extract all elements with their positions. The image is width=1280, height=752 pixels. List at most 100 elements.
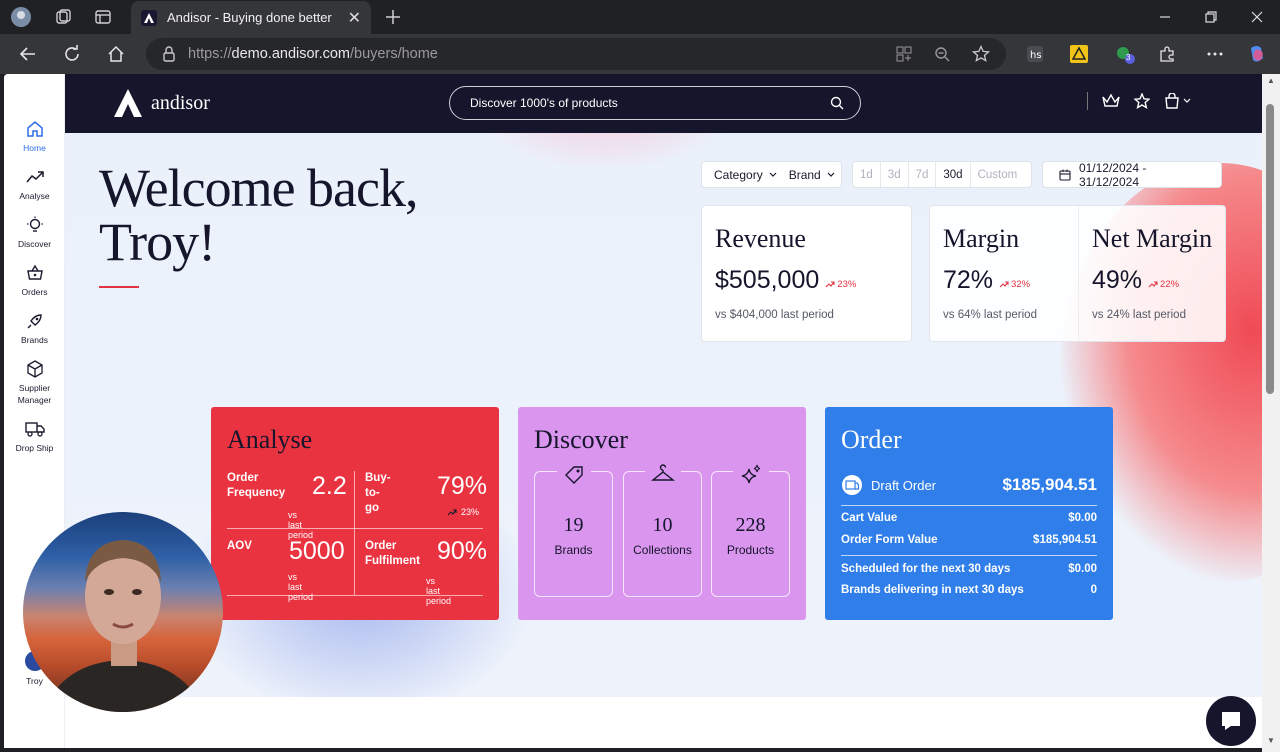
sparkle-icon — [732, 464, 769, 491]
range-3d[interactable]: 3d — [881, 162, 909, 187]
revenue-value: $505,000 — [715, 266, 820, 294]
sidebar-item-supplier-manager[interactable]: Supplier Manager — [4, 360, 65, 406]
draft-order-value: $185,904.51 — [1002, 475, 1097, 494]
chevron-down-icon — [827, 172, 835, 177]
more-menu-icon[interactable] — [1204, 43, 1226, 65]
truck-icon — [24, 420, 45, 438]
favorite-star-icon[interactable] — [971, 44, 991, 68]
dashboard-area: Welcome back, Troy! Category Brand 1d 3d… — [65, 133, 1262, 697]
extension-badge-count: 3 — [1126, 53, 1131, 62]
sidebar-item-discover[interactable]: Discover — [4, 216, 65, 250]
back-icon[interactable] — [17, 43, 39, 65]
range-30d[interactable]: 30d — [936, 162, 971, 187]
order-title: Order — [841, 425, 902, 454]
brand-dropdown[interactable]: Brand — [789, 168, 847, 182]
sidebar-item-orders[interactable]: Orders — [4, 264, 65, 298]
scroll-up-icon[interactable]: ▲ — [1267, 76, 1275, 85]
search-input[interactable]: Discover 1000's of products — [470, 96, 618, 110]
close-tab-icon[interactable]: ✕ — [348, 8, 361, 28]
trend-up-icon — [447, 509, 457, 516]
tag-icon — [556, 464, 591, 491]
divider — [227, 528, 483, 529]
extension-warning-icon[interactable] — [1068, 43, 1090, 65]
reload-icon[interactable] — [61, 43, 83, 65]
greeting-line-1: Welcome back, — [99, 158, 418, 218]
brands-delivering-row: Brands delivering in next 30 days 0 — [841, 584, 1097, 596]
app-available-icon[interactable] — [896, 46, 912, 67]
margin-card[interactable]: Margin 72% 32% vs 64% last period — [930, 206, 1078, 341]
sidebar-item-home[interactable]: Home — [4, 120, 65, 154]
order-card[interactable]: Order Draft Order $185,904.51 Cart Value… — [825, 407, 1113, 620]
divider — [1087, 92, 1088, 110]
presenter-image — [43, 540, 205, 712]
calendar-icon — [1059, 169, 1071, 181]
discover-products[interactable]: 228 Products — [711, 464, 790, 597]
cart-value-row: Cart Value $0.00 — [841, 512, 1097, 524]
box-icon — [26, 360, 44, 378]
extensions-puzzle-icon[interactable] — [1156, 43, 1178, 65]
copilot-icon[interactable] — [1246, 43, 1268, 65]
shopping-bag-icon[interactable] — [1164, 93, 1191, 109]
top-nav: andisor Discover 1000's of products — [65, 74, 1262, 133]
home-browser-icon[interactable] — [105, 43, 127, 65]
url-bar[interactable]: https://demo.andisor.com/buyers/home — [146, 38, 1006, 70]
minimize-icon[interactable] — [1154, 6, 1176, 28]
revenue-card[interactable]: Revenue $505,000 23% vs $404,000 last per… — [701, 205, 912, 342]
restore-icon[interactable] — [1200, 6, 1222, 28]
extension-hs-icon[interactable]: hs — [1024, 43, 1046, 65]
range-custom[interactable]: Custom — [971, 162, 1025, 187]
divider — [354, 471, 355, 595]
chevron-down-icon — [1183, 98, 1191, 103]
category-dropdown[interactable]: Category — [702, 168, 789, 182]
search-icon[interactable] — [830, 96, 844, 110]
new-tab-icon[interactable] — [382, 6, 404, 28]
net-margin-card[interactable]: Net Margin 49% 22% vs 24% last period — [1078, 206, 1226, 341]
date-picker[interactable]: 01/12/2024 - 31/12/2024 — [1042, 161, 1222, 189]
chat-bubble-icon — [1222, 712, 1240, 730]
trend-up-icon — [1148, 281, 1158, 288]
range-7d[interactable]: 7d — [909, 162, 937, 187]
analyse-title: Analyse — [227, 425, 313, 454]
draft-order-row[interactable]: Draft Order $185,904.51 — [841, 474, 1097, 496]
discover-collections[interactable]: 10 Collections — [623, 464, 702, 597]
page-scrollbar[interactable]: ▲ ▼ — [1262, 74, 1280, 752]
scheduled-row: Scheduled for the next 30 days $0.00 — [841, 563, 1097, 575]
sidebar-item-analyse[interactable]: Analyse — [4, 168, 65, 202]
extension-badge-icon[interactable]: 3 — [1114, 43, 1136, 65]
sidebar-item-brands[interactable]: Brands — [4, 312, 65, 346]
divider — [841, 555, 1097, 556]
crown-icon[interactable] — [1102, 93, 1120, 109]
lock-icon[interactable] — [162, 46, 176, 62]
workspaces-icon[interactable] — [52, 6, 74, 28]
webcam-overlay — [23, 512, 223, 712]
discover-title: Discover — [534, 425, 628, 454]
top-nav-actions — [1087, 92, 1191, 110]
star-icon[interactable] — [1134, 93, 1150, 109]
scrollbar-thumb[interactable] — [1266, 104, 1274, 394]
tab-title: Andisor - Buying done better — [167, 10, 332, 25]
active-tab[interactable]: Andisor - Buying done better ✕ — [131, 1, 371, 34]
net-margin-value: 49% — [1092, 266, 1143, 294]
discover-card[interactable]: Discover 19 Brands 10 Collections 228 Pr… — [518, 407, 806, 620]
divider — [841, 505, 1097, 506]
discover-brands[interactable]: 19 Brands — [534, 464, 613, 597]
andisor-logo-icon — [114, 89, 142, 117]
scroll-down-icon[interactable]: ▼ — [1267, 736, 1275, 745]
close-window-icon[interactable] — [1246, 6, 1268, 28]
revenue-delta: 23% — [825, 279, 856, 290]
profile-avatar-icon[interactable] — [10, 6, 32, 28]
trend-up-icon — [825, 281, 835, 288]
sidebar-item-drop-ship[interactable]: Drop Ship — [4, 420, 65, 454]
order-form-value-row: Order Form Value $185,904.51 — [841, 534, 1097, 546]
zoom-icon[interactable] — [934, 46, 950, 67]
chat-button[interactable] — [1206, 696, 1256, 746]
analyse-card[interactable]: Analyse Order Frequency 2.2 vs last peri… — [211, 407, 499, 620]
svg-text:hs: hs — [1030, 50, 1042, 61]
chevron-down-icon — [769, 172, 777, 177]
tab-actions-icon[interactable] — [92, 6, 114, 28]
draft-order-icon — [842, 475, 862, 495]
range-1d[interactable]: 1d — [853, 162, 881, 187]
trend-icon — [25, 168, 44, 186]
product-search[interactable]: Discover 1000's of products — [449, 86, 861, 120]
andisor-logo[interactable]: andisor — [113, 88, 210, 118]
